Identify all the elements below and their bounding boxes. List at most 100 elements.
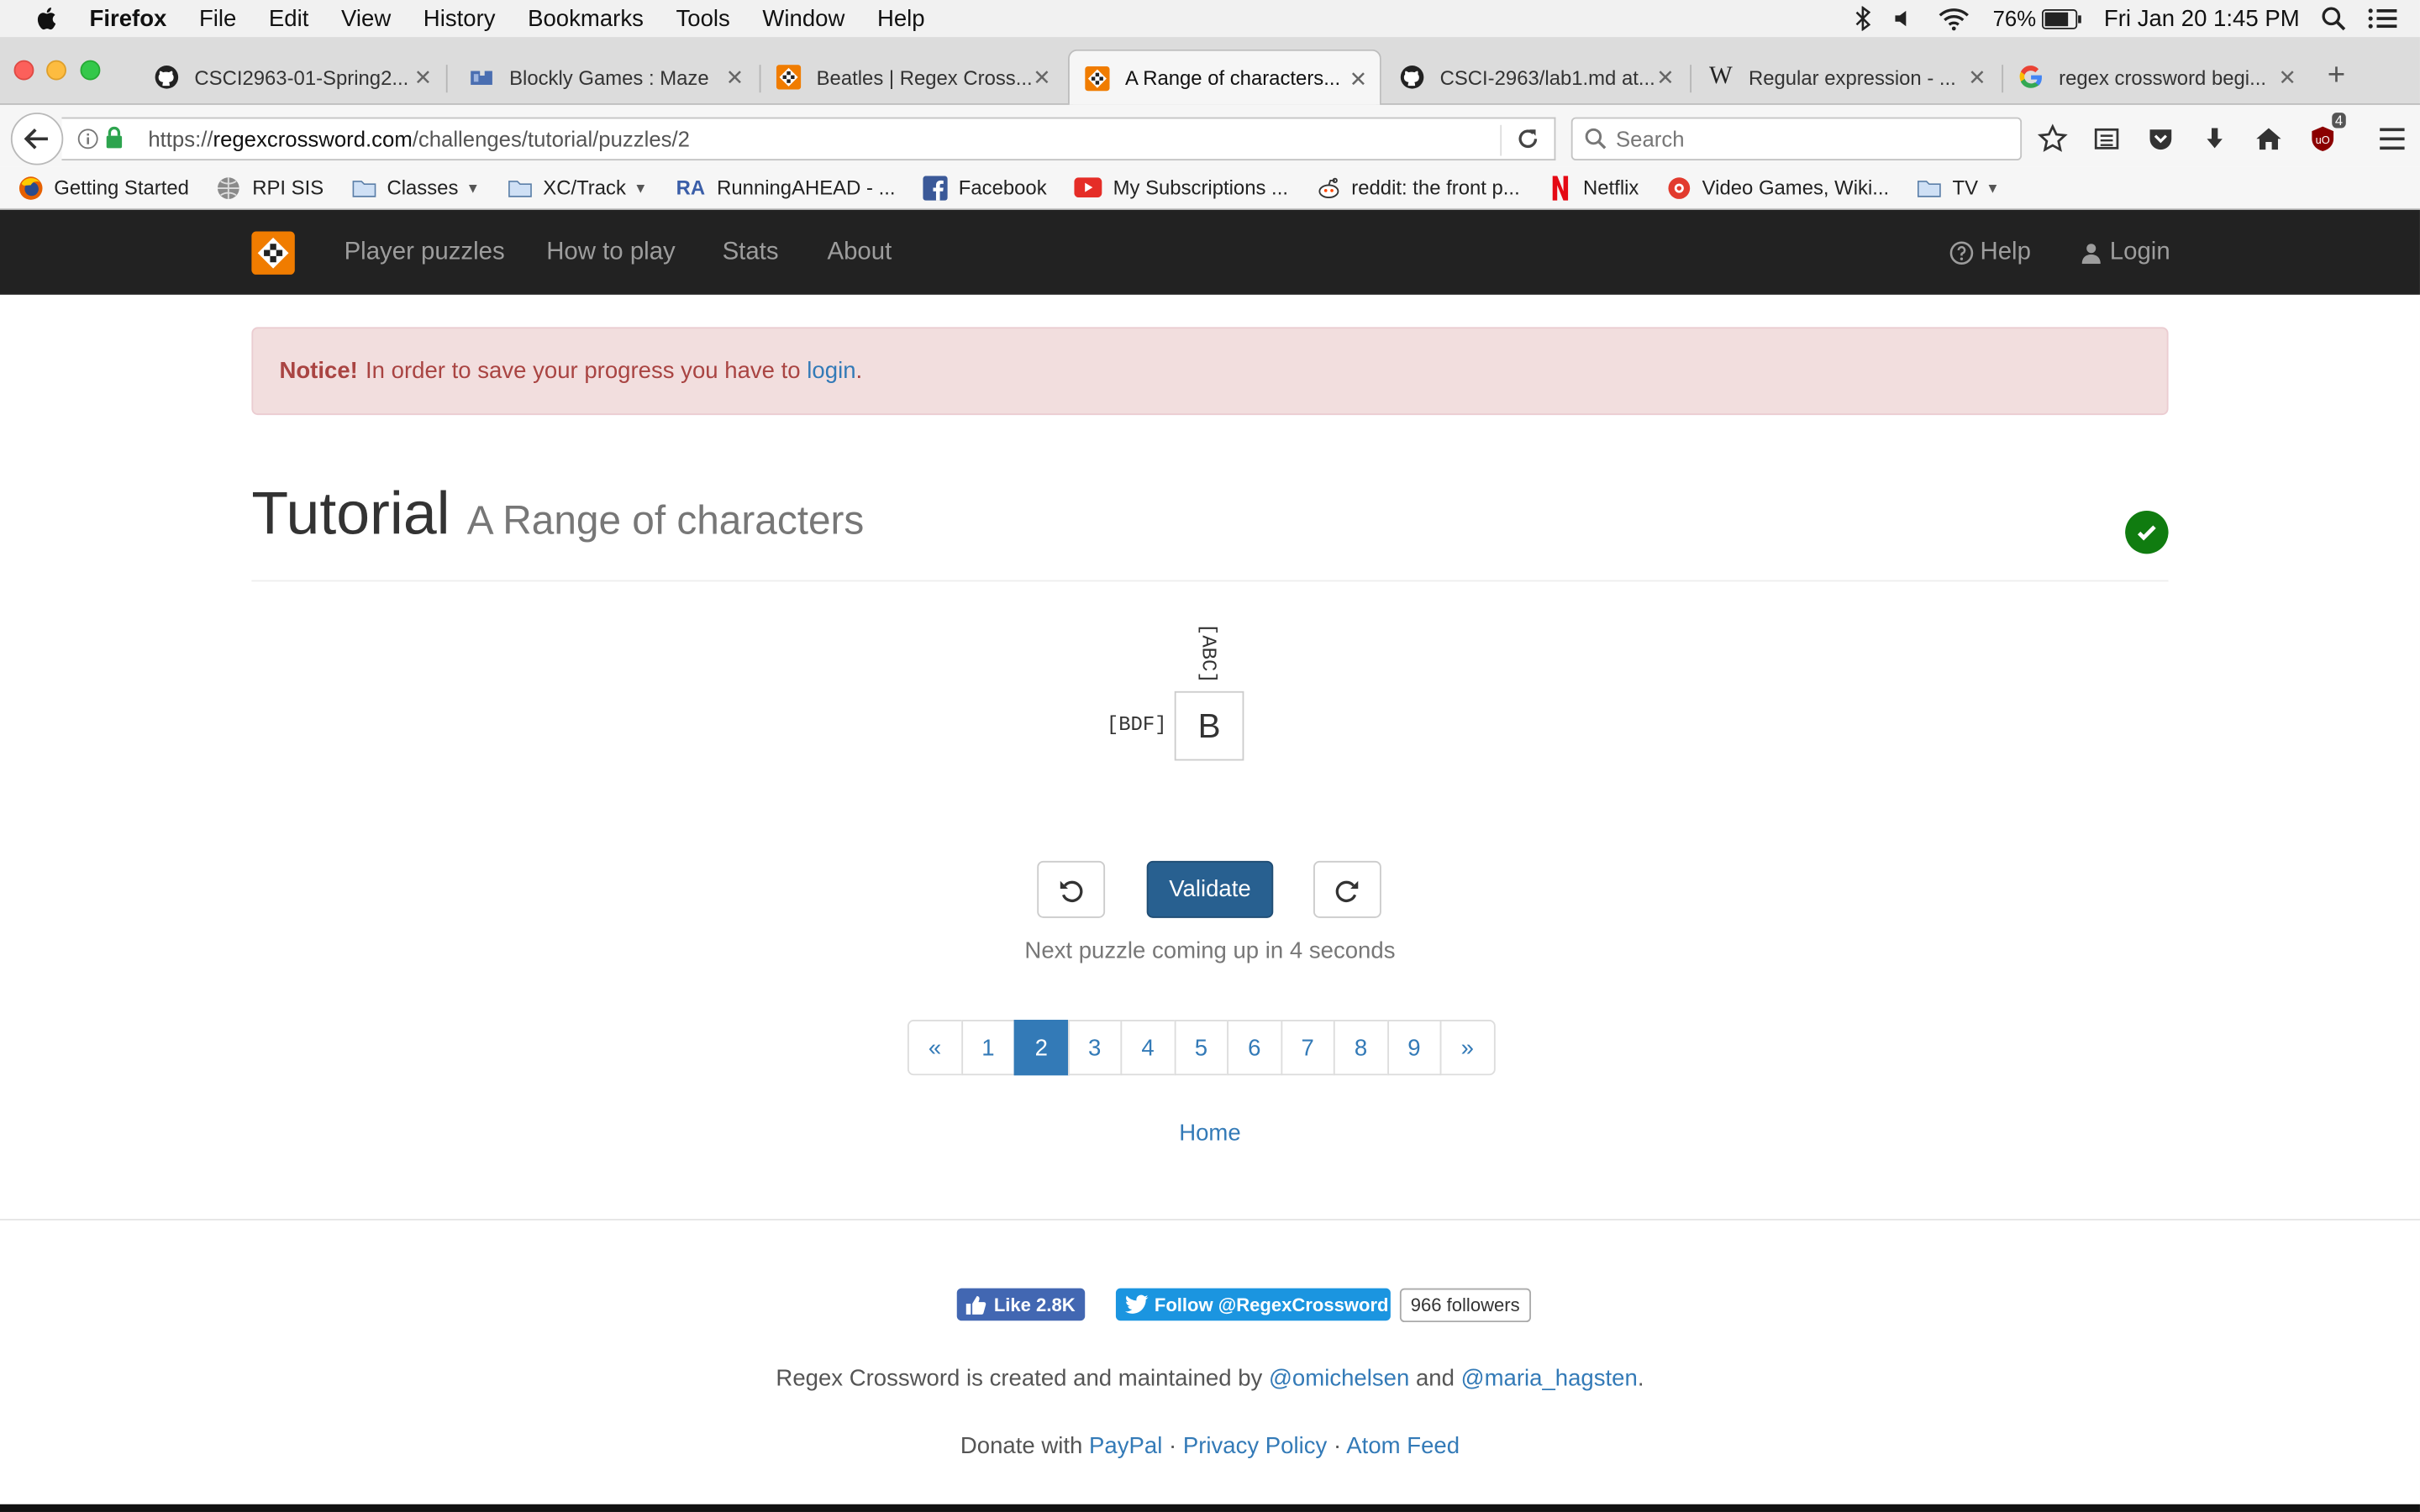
window-minimize-button[interactable] — [46, 60, 66, 81]
menu-app-firefox[interactable]: Firefox — [90, 5, 167, 31]
new-tab-icon[interactable]: + — [2328, 59, 2345, 94]
battery-indicator[interactable]: 76% — [1993, 6, 2083, 31]
pagination-prev[interactable]: « — [907, 1020, 963, 1076]
close-tab-icon[interactable]: ✕ — [1656, 65, 1675, 91]
pagination-page-6[interactable]: 6 — [1227, 1020, 1282, 1076]
bookmark-star-icon[interactable] — [2034, 120, 2071, 157]
bookmark-giantbomb[interactable]: Video Games, Wiki... — [1666, 175, 1889, 199]
nav-login[interactable]: Login — [2081, 239, 2170, 267]
menu-tools[interactable]: Tools — [676, 5, 729, 31]
close-tab-icon[interactable]: ✕ — [1033, 65, 1051, 91]
pagination-page-2-current[interactable]: 2 — [1013, 1020, 1069, 1076]
window-close-button[interactable] — [13, 60, 34, 81]
bookmark-facebook[interactable]: Facebook — [923, 175, 1047, 200]
home-link[interactable]: Home — [1081, 1120, 1340, 1146]
bookmark-reddit[interactable]: reddit: the front p... — [1316, 175, 1520, 199]
atom-feed-link[interactable]: Atom Feed — [1346, 1433, 1460, 1459]
browser-tab[interactable]: W Regular expression - ... ✕ — [1693, 50, 1999, 105]
close-tab-icon[interactable]: ✕ — [1968, 65, 1986, 91]
pagination-page-8[interactable]: 8 — [1333, 1020, 1389, 1076]
lock-icon[interactable] — [105, 126, 124, 150]
folder-icon — [351, 175, 376, 199]
search-bar[interactable]: Search — [1570, 117, 2023, 161]
ublock-icon[interactable]: uO 4 — [2304, 113, 2346, 157]
bookmark-runningahead[interactable]: RA RunningAHEAD - ... — [676, 175, 896, 199]
close-tab-icon[interactable]: ✕ — [726, 65, 744, 91]
browser-tab[interactable]: CSCI-2963/lab1.md at... ✕ — [1385, 50, 1687, 105]
apple-icon[interactable] — [34, 5, 61, 33]
notice-login-link[interactable]: login — [807, 358, 855, 384]
bookmark-label: My Subscriptions ... — [1113, 176, 1288, 199]
wifi-icon[interactable] — [1937, 6, 1970, 31]
reading-list-icon[interactable] — [2088, 120, 2125, 157]
twitter-follow-button[interactable]: Follow @RegexCrossword — [1115, 1288, 1391, 1321]
browser-tab[interactable]: CSCI2963-01-Spring2... ✕ — [139, 50, 445, 105]
pagination-page-3[interactable]: 3 — [1067, 1020, 1123, 1076]
facebook-like-button[interactable]: Like 2.8K — [956, 1288, 1086, 1321]
reload-icon[interactable] — [1514, 125, 1542, 153]
footer-dot-separator: · — [1333, 1433, 1342, 1460]
close-tab-icon[interactable]: ✕ — [1349, 66, 1368, 92]
nav-how-to-play[interactable]: How to play — [546, 239, 676, 267]
menu-bookmarks[interactable]: Bookmarks — [528, 5, 644, 31]
pagination-page-7[interactable]: 7 — [1280, 1020, 1335, 1076]
validate-button[interactable]: Validate — [1146, 860, 1274, 918]
redo-button[interactable] — [1313, 860, 1381, 918]
pagination-page-5[interactable]: 5 — [1173, 1020, 1229, 1076]
home-icon[interactable] — [2250, 120, 2287, 157]
paypal-link[interactable]: PayPal — [1089, 1433, 1162, 1459]
close-tab-icon[interactable]: ✕ — [2278, 65, 2296, 91]
bookmark-netflix[interactable]: Netflix — [1548, 175, 1639, 200]
download-icon[interactable] — [2196, 120, 2233, 157]
puzzle-cell-input[interactable]: B — [1174, 690, 1244, 761]
menubar-clock[interactable]: Fri Jan 20 1:45 PM — [2104, 5, 2300, 31]
pagination-page-9[interactable]: 9 — [1386, 1020, 1442, 1076]
url-bar[interactable]: https://regexcrossword.com/challenges/tu… — [61, 117, 1556, 161]
twitter-followers-count[interactable]: 966 followers — [1399, 1288, 1531, 1323]
author-link-omichelsen[interactable]: @omichelsen — [1269, 1365, 1409, 1391]
tab-title: Blockly Games : Maze — [509, 66, 709, 89]
browser-tab[interactable]: Blockly Games : Maze ✕ — [454, 50, 756, 105]
author-link-maria-hagsten[interactable]: @maria_hagsten — [1461, 1365, 1638, 1391]
chevron-down-icon: ▼ — [466, 179, 480, 196]
pagination-next[interactable]: » — [1439, 1020, 1495, 1076]
browser-tab[interactable]: Beatles | Regex Cross... ✕ — [760, 50, 1063, 105]
privacy-policy-link[interactable]: Privacy Policy — [1183, 1433, 1327, 1459]
bookmark-folder-tv[interactable]: TV ▼ — [1917, 175, 2000, 199]
undo-button[interactable] — [1037, 860, 1106, 918]
info-icon[interactable] — [77, 128, 99, 150]
pocket-icon[interactable] — [2142, 120, 2179, 157]
redo-icon — [1335, 879, 1359, 902]
bookmark-folder-classes[interactable]: Classes ▼ — [351, 175, 480, 199]
bookmark-rpi-sis[interactable]: RPI SIS — [217, 175, 324, 199]
menu-window[interactable]: Window — [762, 5, 844, 31]
menu-view[interactable]: View — [341, 5, 391, 31]
bookmark-youtube[interactable]: My Subscriptions ... — [1074, 175, 1288, 199]
nav-about[interactable]: About — [827, 239, 892, 267]
menu-history[interactable]: History — [424, 5, 496, 31]
regexcrossword-logo[interactable] — [251, 231, 295, 275]
menu-edit[interactable]: Edit — [269, 5, 308, 31]
nav-help[interactable]: Help — [1949, 239, 2031, 267]
volume-icon[interactable] — [1894, 8, 1916, 29]
menu-file[interactable]: File — [199, 5, 236, 31]
bookmark-label: Classes — [387, 176, 459, 199]
bookmark-getting-started[interactable]: Getting Started — [18, 175, 189, 199]
pagination-page-4[interactable]: 4 — [1120, 1020, 1176, 1076]
bluetooth-icon[interactable] — [1854, 6, 1872, 31]
spotlight-search-icon[interactable] — [2321, 6, 2346, 31]
close-tab-icon[interactable]: ✕ — [414, 65, 433, 91]
hamburger-menu-icon[interactable] — [2374, 120, 2411, 157]
browser-tab[interactable]: regex crossword begi... ✕ — [2003, 50, 2309, 105]
pagination-page-1[interactable]: 1 — [960, 1020, 1016, 1076]
menu-help[interactable]: Help — [877, 5, 925, 31]
browser-tab-active[interactable]: A Range of characters... ✕ — [1067, 49, 1381, 105]
tab-title: CSCI2963-01-Spring2... — [194, 66, 409, 89]
bookmark-folder-xc-track[interactable]: XC/Track ▼ — [508, 175, 647, 199]
back-button[interactable] — [10, 113, 64, 165]
bookmark-label: Facebook — [958, 176, 1047, 199]
nav-stats[interactable]: Stats — [723, 239, 779, 267]
notification-center-icon[interactable] — [2367, 6, 2398, 30]
nav-player-puzzles[interactable]: Player puzzles — [345, 239, 505, 267]
window-zoom-button[interactable] — [80, 60, 101, 81]
